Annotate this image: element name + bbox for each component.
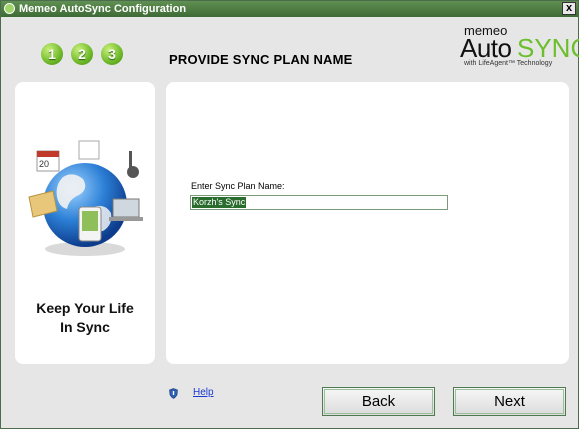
app-icon bbox=[4, 3, 15, 14]
brand-tagline: Keep Your Life In Sync bbox=[15, 299, 155, 337]
page-title: PROVIDE SYNC PLAN NAME bbox=[169, 52, 353, 67]
sync-plan-name-input[interactable]: Korzh's Sync bbox=[190, 195, 448, 210]
branding-panel: 20 Keep Your Life In Sync bbox=[15, 82, 155, 364]
back-button[interactable]: Back bbox=[322, 387, 435, 416]
svg-text:20: 20 bbox=[39, 159, 49, 169]
globe-illustration: 20 bbox=[28, 140, 143, 256]
step-3: 3 bbox=[101, 43, 123, 65]
title-bar: Memeo AutoSync Configuration x bbox=[1, 1, 578, 17]
logo-tagline: with LifeAgent™ Technology bbox=[464, 60, 553, 67]
close-button[interactable]: x bbox=[562, 2, 576, 15]
tagline-line-1: Keep Your Life bbox=[36, 300, 134, 316]
step-2: 2 bbox=[71, 43, 93, 65]
next-button[interactable]: Next bbox=[453, 387, 566, 416]
content-panel: Enter Sync Plan Name: Korzh's Sync bbox=[166, 82, 569, 364]
step-1: 1 bbox=[41, 43, 63, 65]
tagline-line-2: In Sync bbox=[60, 319, 110, 335]
config-window: Memeo AutoSync Configuration x 1 2 3 PRO… bbox=[0, 0, 579, 429]
window-title: Memeo AutoSync Configuration bbox=[19, 3, 187, 15]
sync-plan-name-value: Korzh's Sync bbox=[192, 197, 247, 208]
help-link[interactable]: Help bbox=[193, 387, 214, 398]
help-icon[interactable] bbox=[169, 388, 178, 399]
sync-plan-name-label: Enter Sync Plan Name: bbox=[191, 181, 285, 191]
memeo-autosync-logo: memeo Auto SYNC with LifeAgent™ Technolo… bbox=[456, 21, 579, 69]
